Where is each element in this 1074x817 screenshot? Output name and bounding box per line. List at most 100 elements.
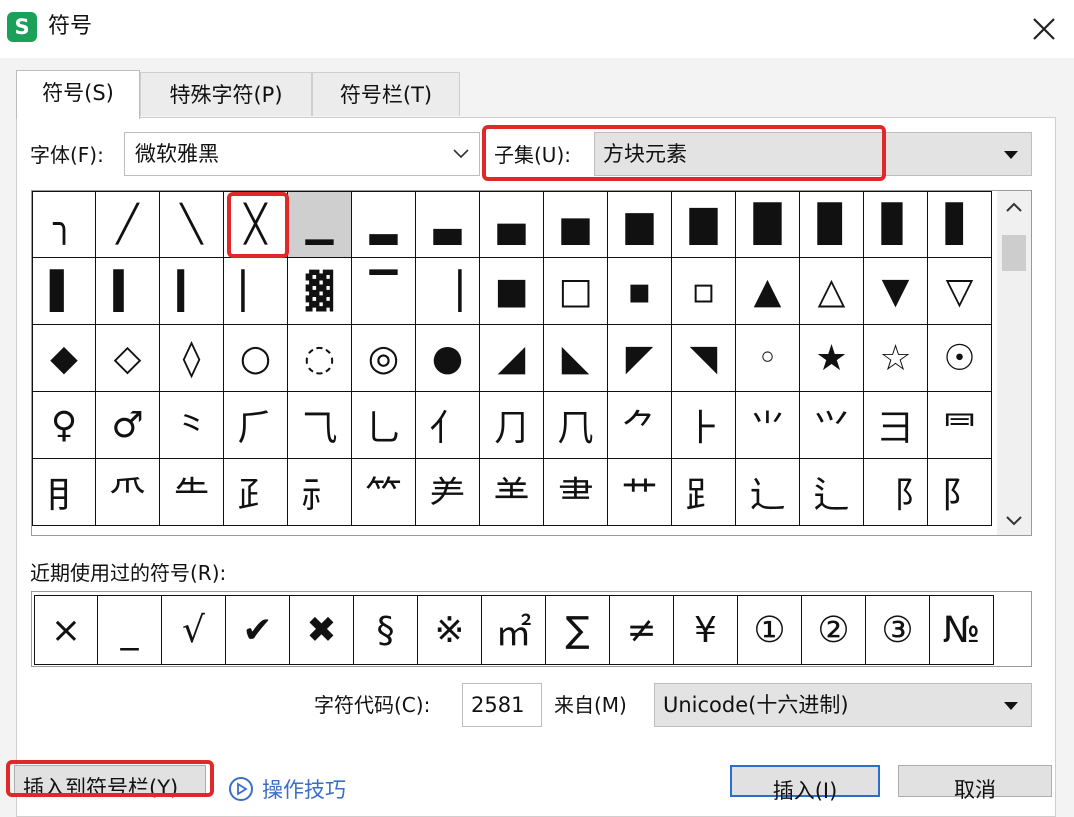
symbol-cell[interactable]: ⺆ — [480, 392, 544, 459]
symbol-cell[interactable]: ■ — [480, 258, 544, 325]
symbol-cell[interactable]: ▫ — [672, 258, 736, 325]
symbol-cell[interactable]: ⻊ — [672, 459, 736, 526]
recent-symbol-cell[interactable]: ¥ — [674, 595, 738, 665]
symbol-cell[interactable]: ╳ — [224, 191, 288, 258]
recent-symbol-cell[interactable]: ㎡ — [482, 595, 546, 665]
symbol-cell[interactable]: ⻏ — [864, 459, 928, 526]
symbol-cell[interactable]: ⺾ — [608, 459, 672, 526]
recent-symbol-cell[interactable]: _ — [98, 595, 162, 665]
recent-symbol-cell[interactable]: ※ — [418, 595, 482, 665]
recent-symbol-cell[interactable]: ③ — [866, 595, 930, 665]
symbol-cell[interactable]: ⻌ — [736, 459, 800, 526]
symbol-cell[interactable]: ⺊ — [672, 392, 736, 459]
symbol-cell[interactable]: ⺃ — [352, 392, 416, 459]
symbol-cell[interactable]: ▆ — [608, 191, 672, 258]
symbol-cell[interactable]: ◆ — [32, 325, 96, 392]
symbol-cell[interactable]: ⺪ — [224, 459, 288, 526]
symbol-cell[interactable]: ▪ — [608, 258, 672, 325]
symbol-cell[interactable]: ⺥ — [96, 459, 160, 526]
symbol-cell[interactable]: ⺶ — [416, 459, 480, 526]
symbol-cell[interactable]: ⻍ — [800, 459, 864, 526]
symbol-cell[interactable]: ⺻ — [544, 459, 608, 526]
symbol-cell[interactable]: ⺬ — [288, 459, 352, 526]
symbol-cell[interactable]: ◥ — [672, 325, 736, 392]
recent-symbol-cell[interactable]: ✖ — [290, 595, 354, 665]
scroll-down-icon[interactable] — [1005, 515, 1023, 527]
grid-scrollbar[interactable] — [997, 191, 1031, 535]
symbol-cell[interactable]: ▁ — [288, 191, 352, 258]
symbol-cell[interactable]: ▋ — [928, 191, 992, 258]
symbol-cell[interactable]: ☆ — [864, 325, 928, 392]
symbol-cell[interactable]: ▃ — [416, 191, 480, 258]
symbol-cell[interactable]: ▽ — [928, 258, 992, 325]
symbol-cell[interactable]: ▲ — [736, 258, 800, 325]
symbol-cell[interactable]: ⺕ — [864, 392, 928, 459]
symbol-cell[interactable]: ▏ — [224, 258, 288, 325]
symbol-cell[interactable]: ♀ — [32, 392, 96, 459]
subset-select[interactable]: 方块元素 — [594, 132, 1032, 176]
symbol-cell[interactable]: ⺧ — [160, 459, 224, 526]
symbol-cell[interactable]: ▓ — [288, 258, 352, 325]
symbol-cell[interactable]: ▅ — [544, 191, 608, 258]
recent-symbol-cell[interactable]: ✔ — [226, 595, 290, 665]
symbol-cell[interactable]: ◇ — [96, 325, 160, 392]
symbol-cell[interactable]: ⻖ — [928, 459, 992, 526]
symbol-cell[interactable]: ▊ — [864, 191, 928, 258]
symbol-cell[interactable]: ▂ — [352, 191, 416, 258]
scroll-up-icon[interactable] — [1005, 201, 1023, 213]
symbol-cell[interactable]: ◣ — [544, 325, 608, 392]
symbol-cell[interactable]: ▌ — [32, 258, 96, 325]
cancel-button[interactable]: 取消 — [898, 765, 1052, 802]
symbol-cell[interactable]: ▼ — [864, 258, 928, 325]
symbol-cell[interactable]: ⺍ — [800, 392, 864, 459]
symbol-cell[interactable]: ▕ — [416, 258, 480, 325]
tab-special-chars[interactable]: 特殊字符(P) — [140, 72, 312, 116]
tab-symbol[interactable]: 符号(S) — [16, 70, 140, 119]
recent-symbol-cell[interactable]: ≠ — [610, 595, 674, 665]
symbol-cell[interactable]: ▎ — [160, 258, 224, 325]
symbol-cell[interactable]: ▔ — [352, 258, 416, 325]
recent-symbol-cell[interactable]: ② — [802, 595, 866, 665]
symbol-cell[interactable]: ◢ — [480, 325, 544, 392]
symbol-cell[interactable]: ╮ — [32, 191, 96, 258]
symbol-cell[interactable]: ⺌ — [736, 392, 800, 459]
symbol-cell[interactable]: ⺄ — [288, 392, 352, 459]
symbol-cell[interactable]: ⺅ — [416, 392, 480, 459]
recent-symbol-cell[interactable]: № — [930, 595, 994, 665]
symbol-cell[interactable]: ▄ — [480, 191, 544, 258]
tips-link[interactable]: 操作技巧 — [228, 774, 346, 804]
symbol-cell[interactable]: ▉ — [800, 191, 864, 258]
symbol-cell[interactable]: █ — [736, 191, 800, 258]
symbol-cell[interactable]: ⺷ — [480, 459, 544, 526]
close-button[interactable] — [1022, 8, 1066, 50]
symbol-cell[interactable]: △ — [800, 258, 864, 325]
symbol-cell[interactable]: ⺇ — [544, 392, 608, 459]
font-select[interactable]: 微软雅黑 — [124, 132, 480, 176]
symbol-cell[interactable]: ⺜ — [928, 392, 992, 459]
tab-symbol-bar[interactable]: 符号栏(T) — [312, 72, 460, 116]
symbol-cell[interactable]: ⺈ — [608, 392, 672, 459]
symbol-cell[interactable]: ◤ — [608, 325, 672, 392]
insert-button[interactable]: 插入(I) — [730, 765, 880, 803]
symbol-cell[interactable]: ○ — [224, 325, 288, 392]
symbol-cell[interactable]: ★ — [800, 325, 864, 392]
recent-symbol-cell[interactable]: × — [34, 595, 98, 665]
from-select[interactable]: Unicode(十六进制) — [654, 683, 1032, 727]
symbol-cell[interactable]: □ — [544, 258, 608, 325]
scrollbar-thumb[interactable] — [1002, 235, 1026, 271]
symbol-cell[interactable]: ⺁ — [224, 392, 288, 459]
symbol-cell[interactable]: ◌ — [288, 325, 352, 392]
char-code-input[interactable]: 2581 — [462, 683, 542, 727]
symbol-cell[interactable]: ╲ — [160, 191, 224, 258]
recent-symbol-cell[interactable]: √ — [162, 595, 226, 665]
symbol-cell[interactable]: ◎ — [352, 325, 416, 392]
symbol-cell[interactable]: ▇ — [672, 191, 736, 258]
symbol-cell[interactable]: ▍ — [96, 258, 160, 325]
recent-symbol-cell[interactable]: ① — [738, 595, 802, 665]
symbol-cell[interactable]: ♂ — [96, 392, 160, 459]
insert-to-bar-button[interactable]: 插入到符号栏(Y) — [14, 765, 206, 800]
symbol-cell[interactable]: ⺀ — [160, 392, 224, 459]
recent-symbol-cell[interactable]: ∑ — [546, 595, 610, 665]
symbol-cell[interactable]: ╱ — [96, 191, 160, 258]
symbol-cell[interactable]: ● — [416, 325, 480, 392]
